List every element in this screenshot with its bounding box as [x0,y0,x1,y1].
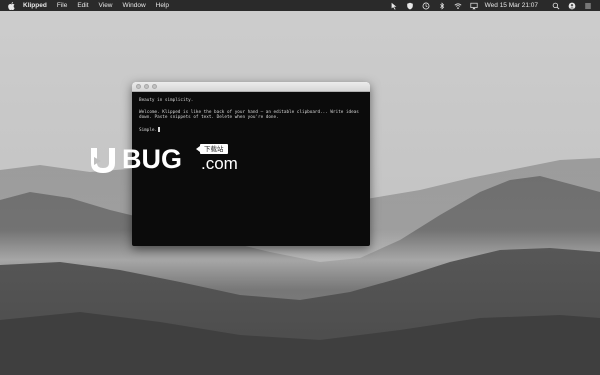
time-machine-icon[interactable] [422,2,430,10]
menu-help[interactable]: Help [156,0,169,11]
bluetooth-icon[interactable] [438,1,446,10]
watermark-badge: 下载站 [200,144,228,154]
watermark-domain: .com [201,154,238,173]
text-cursor [157,126,161,132]
menu-clock[interactable]: Wed 15 Mar 21:07 [485,0,538,11]
watermark-logo-icon [91,148,115,173]
dropzone-icon[interactable] [390,2,398,10]
apple-icon[interactable] [8,1,15,10]
text-editor[interactable]: Beauty in simplicity. Welcome. Klipped i… [132,92,370,145]
wifi-icon[interactable] [454,2,462,10]
desktop: Klipped File Edit View Window Help Wed 1… [0,0,600,375]
menu-bar: Klipped File Edit View Window Help Wed 1… [0,0,600,11]
zoom-button[interactable] [152,84,157,89]
minimize-button[interactable] [144,84,149,89]
close-button[interactable] [136,84,141,89]
shield-icon[interactable] [406,2,414,10]
editor-line-heading[interactable]: Beauty in simplicity. [139,98,363,104]
menu-window[interactable]: Window [123,0,146,11]
notification-center-icon[interactable] [584,2,592,10]
user-avatar-icon[interactable] [568,2,576,10]
menu-view[interactable]: View [99,0,113,11]
editor-line-welcome[interactable]: Welcome. Klipped is like the back of you… [139,110,363,121]
window-titlebar[interactable] [132,82,370,92]
menu-edit[interactable]: Edit [77,0,88,11]
editor-line-simple[interactable]: Simple. [139,126,363,134]
watermark: BUG 下载站 .com [86,140,246,180]
airplay-icon[interactable] [470,2,478,10]
menu-app-klipped[interactable]: Klipped [23,0,47,11]
menu-file[interactable]: File [57,0,67,11]
spotlight-search-icon[interactable] [552,2,560,10]
watermark-brand: BUG [122,144,182,174]
editor-line-simple-text[interactable]: Simple. [139,128,157,133]
